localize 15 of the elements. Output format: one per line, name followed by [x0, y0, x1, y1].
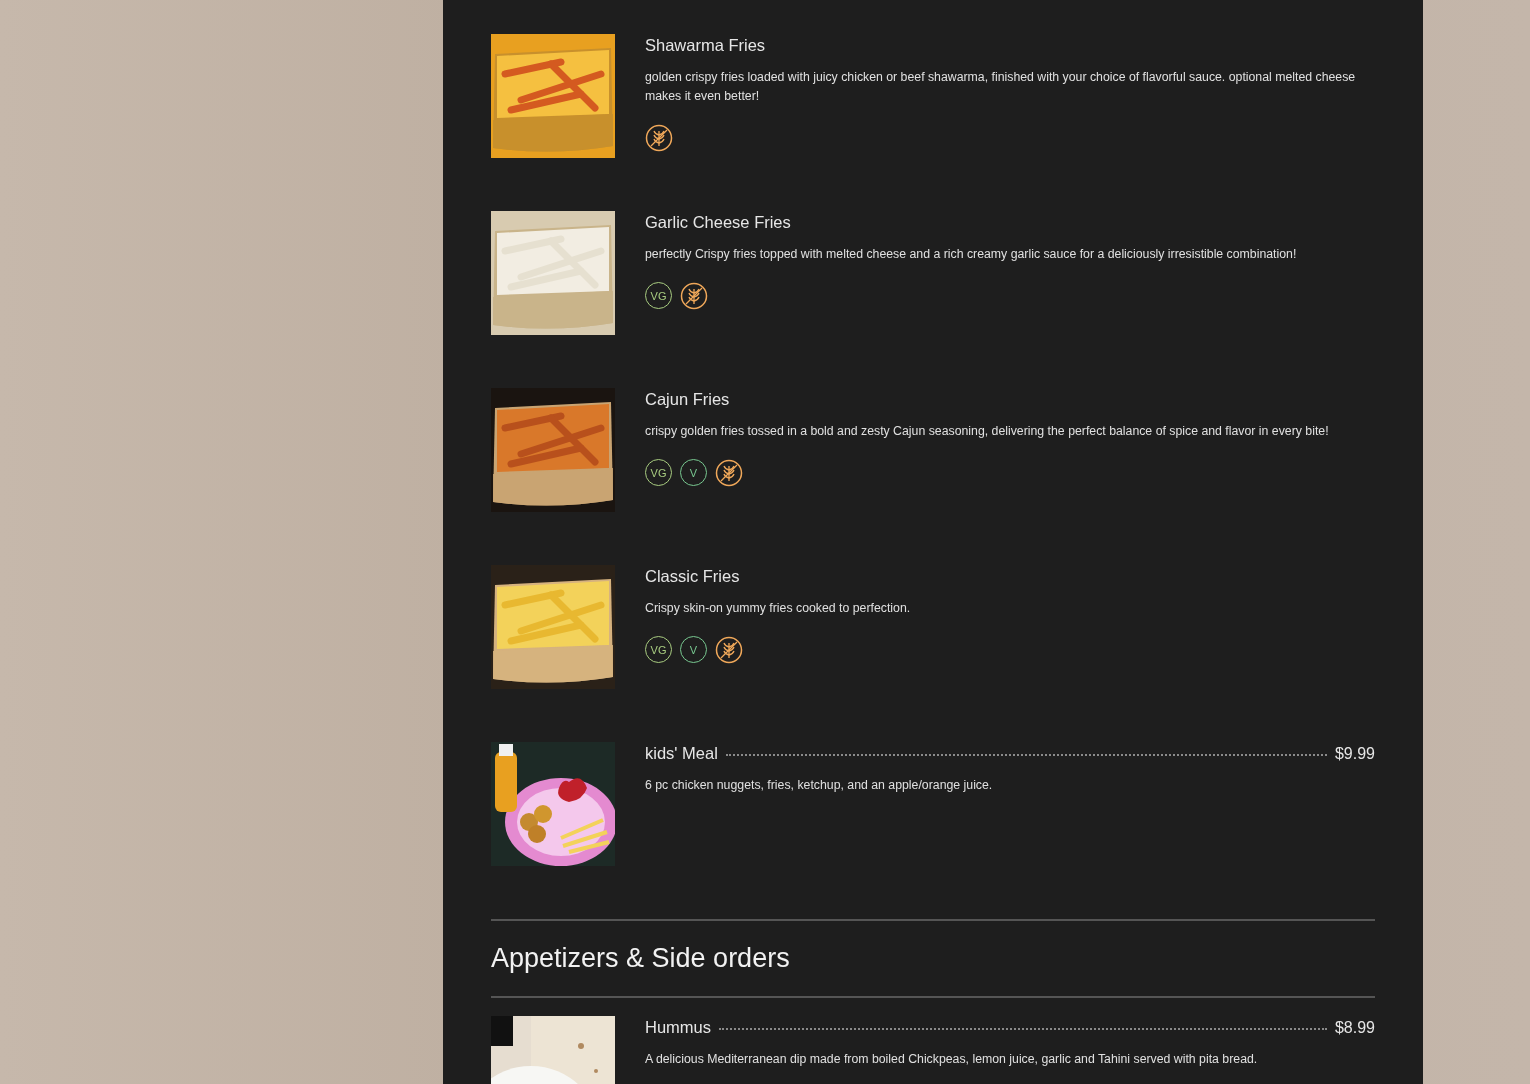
item-name: Shawarma Fries — [645, 36, 766, 55]
item-description: Crispy skin-on yummy fries cooked to perfection. — [645, 600, 912, 617]
item-price: $9.99 — [1334, 745, 1375, 763]
item-description: crispy golden fries tossed in a bold and zesty Cajun seasoning, delivering the perfect balance of spice and flavor in every bite! — [645, 423, 1330, 440]
item-name: Classic Fries — [645, 567, 740, 586]
item-price: $8.99 — [1334, 1019, 1375, 1037]
section-heading: Appetizers & Side orders — [491, 942, 791, 975]
item-description: perfectly Crispy fries topped with melted cheese and a rich creamy garlic sauce for a deliciously irresistible combination! — [645, 246, 1298, 263]
item-description: A delicious Mediterranean dip made from boiled Chickpeas, lemon juice, garlic and Tahini served with pita bread. — [645, 1051, 1259, 1068]
item-description: 6 pc chicken nuggets, fries, ketchup, and an apple/orange juice. — [645, 777, 994, 794]
item-name: Garlic Cheese Fries — [645, 213, 791, 232]
item-name: Hummus — [645, 1018, 711, 1037]
item-name: Cajun Fries — [645, 390, 730, 409]
item-description: golden crispy fries loaded with juicy chicken or beef shawarma, finished with your choice of flavorful sauce. optional melted cheese makes it even better! — [645, 69, 1357, 105]
item-name: kids' Meal — [645, 744, 718, 763]
